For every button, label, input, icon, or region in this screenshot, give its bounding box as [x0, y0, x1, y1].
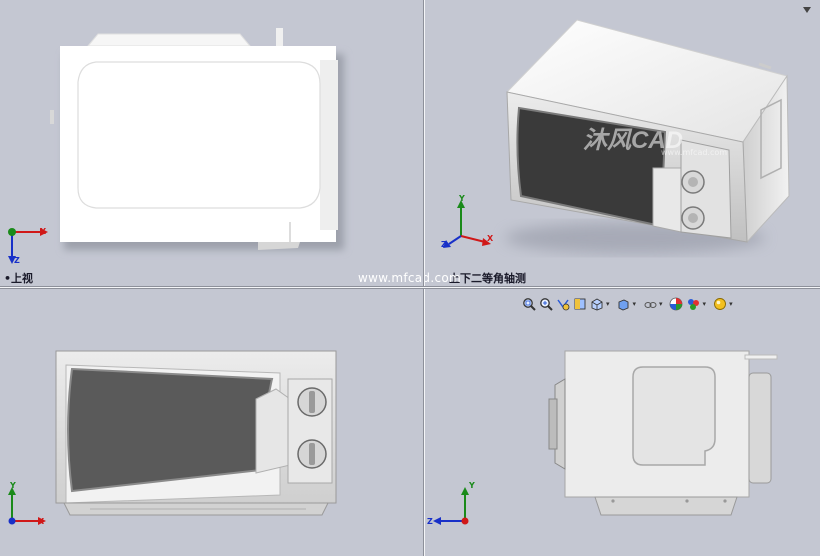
viewport-dimetric-view[interactable]: 沐风CAD www.mfcad.com Y X Z 上下二等角轴测 [425, 0, 820, 286]
triad-y-label: Y [10, 481, 16, 490]
previous-view-icon[interactable] [555, 297, 570, 312]
triad-z-label: Z [441, 240, 447, 249]
view-settings-icon[interactable] [712, 297, 727, 312]
zoom-to-fit-icon[interactable] [521, 297, 536, 312]
watermark-logo-sub: www.mfcad.com [661, 148, 728, 157]
coordinate-triad [8, 228, 48, 264]
view-orientation-icon[interactable] [589, 297, 604, 312]
triad-x-label: X [40, 227, 47, 236]
microwave-front-view-model [55, 350, 337, 516]
triad-x-label: X [38, 517, 45, 526]
microwave-right-view-model [548, 350, 778, 516]
viewport-front-view[interactable]: Y X [0, 289, 423, 556]
triad-y-label: Y [469, 481, 475, 490]
hide-show-items-icon[interactable] [642, 297, 657, 312]
viewport-top-view[interactable]: X Z •上视 [0, 0, 423, 286]
viewport-label-top: •上视 [4, 272, 34, 285]
coordinate-triad [443, 200, 491, 248]
watermark-url: www.mfcad.com [358, 271, 461, 285]
microwave-top-view-model [50, 28, 344, 250]
chevron-down-icon[interactable]: ▾ [606, 300, 610, 308]
display-style-icon[interactable] [616, 297, 631, 312]
chevron-down-icon[interactable]: ▾ [729, 300, 733, 308]
apply-scene-icon[interactable] [686, 297, 701, 312]
vertical-splitter[interactable] [423, 0, 425, 556]
horizontal-splitter[interactable] [0, 286, 820, 289]
triad-z-label: Z [14, 256, 20, 265]
triad-x-label: X [487, 234, 494, 243]
section-view-icon[interactable] [572, 297, 587, 312]
triad-z-label: Z [427, 517, 433, 526]
chevron-down-icon[interactable]: ▾ [703, 300, 707, 308]
chevron-down-icon[interactable]: ▾ [659, 300, 663, 308]
viewport-right-view[interactable]: Y Z [425, 289, 820, 556]
heads-up-view-toolbar: ▾ ▾ ▾ ▾ ▾ [521, 295, 737, 313]
chevron-down-icon[interactable]: ▾ [633, 300, 637, 308]
coordinate-triad [433, 487, 469, 525]
edit-appearance-icon[interactable] [669, 297, 684, 312]
zoom-area-icon[interactable] [538, 297, 553, 312]
view-marker-icon: • [4, 272, 12, 285]
triad-y-label: Y [459, 194, 465, 203]
